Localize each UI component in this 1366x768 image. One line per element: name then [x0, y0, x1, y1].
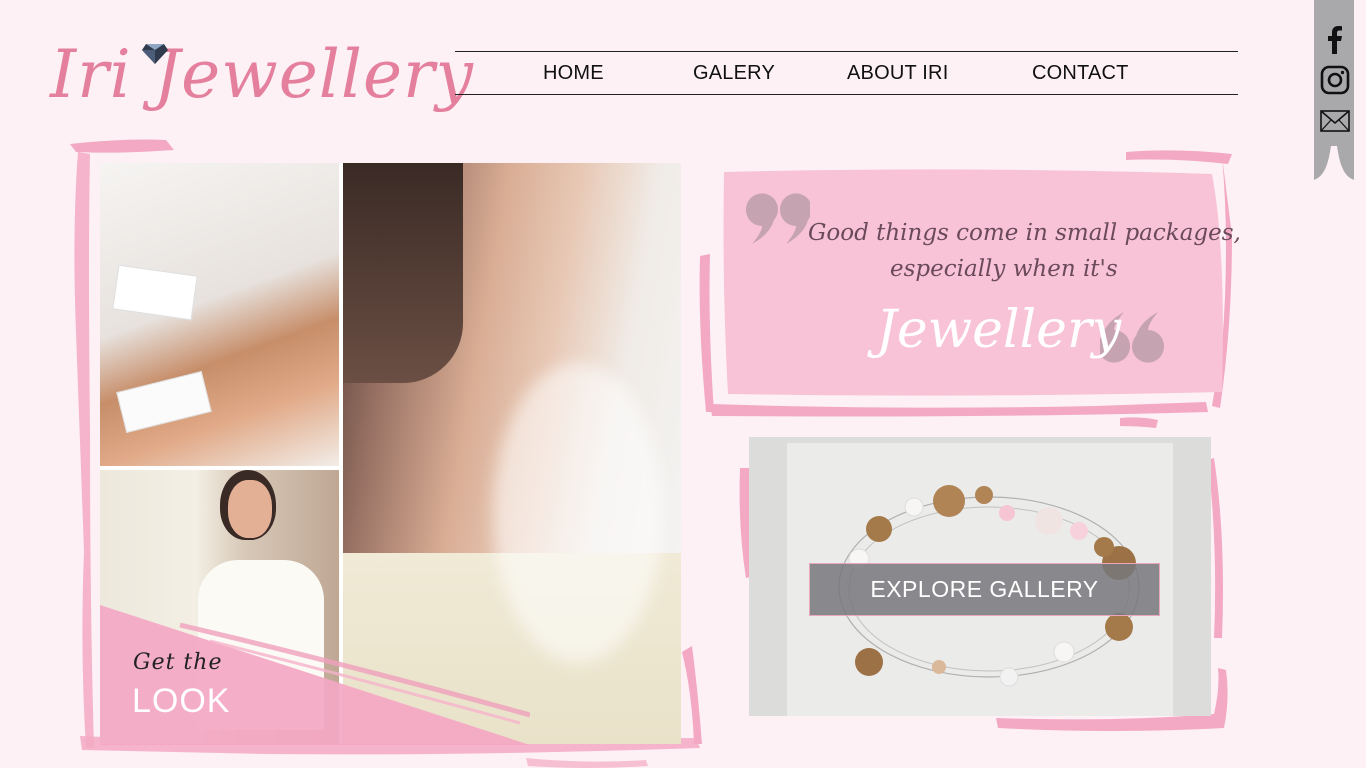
nav-about[interactable]: ABOUT IRI — [847, 62, 948, 85]
social-bar-notch — [1314, 146, 1354, 180]
nav-contact[interactable]: CONTACT — [1032, 62, 1129, 85]
instagram-icon[interactable] — [1320, 65, 1350, 95]
main-nav: HOME GALERY ABOUT IRI CONTACT — [455, 51, 1238, 95]
diamond-icon — [142, 44, 168, 64]
get-the-look-banner[interactable] — [100, 605, 530, 745]
quote-line-2: especially when it's — [890, 256, 1118, 282]
get-the-text: Get the — [133, 650, 223, 675]
social-bar — [1314, 0, 1354, 180]
quote-emphasis: Jewellery — [876, 300, 1122, 360]
explore-gallery-button[interactable]: EXPLORE GALLERY — [809, 563, 1160, 616]
brand-logo[interactable]: Iri Jewellery — [44, 30, 473, 130]
nav-galery[interactable]: GALERY — [693, 62, 775, 85]
photo-jewelry-box — [100, 163, 339, 466]
brand-name: Iri Jewellery — [50, 36, 474, 113]
facebook-icon[interactable] — [1320, 24, 1350, 54]
nav-home[interactable]: HOME — [543, 62, 604, 85]
mail-icon[interactable] — [1320, 106, 1350, 136]
quote-open-icon — [745, 193, 810, 244]
look-text: LOOK — [132, 682, 231, 720]
quote-line-1: Good things come in small packages, — [808, 220, 1241, 246]
